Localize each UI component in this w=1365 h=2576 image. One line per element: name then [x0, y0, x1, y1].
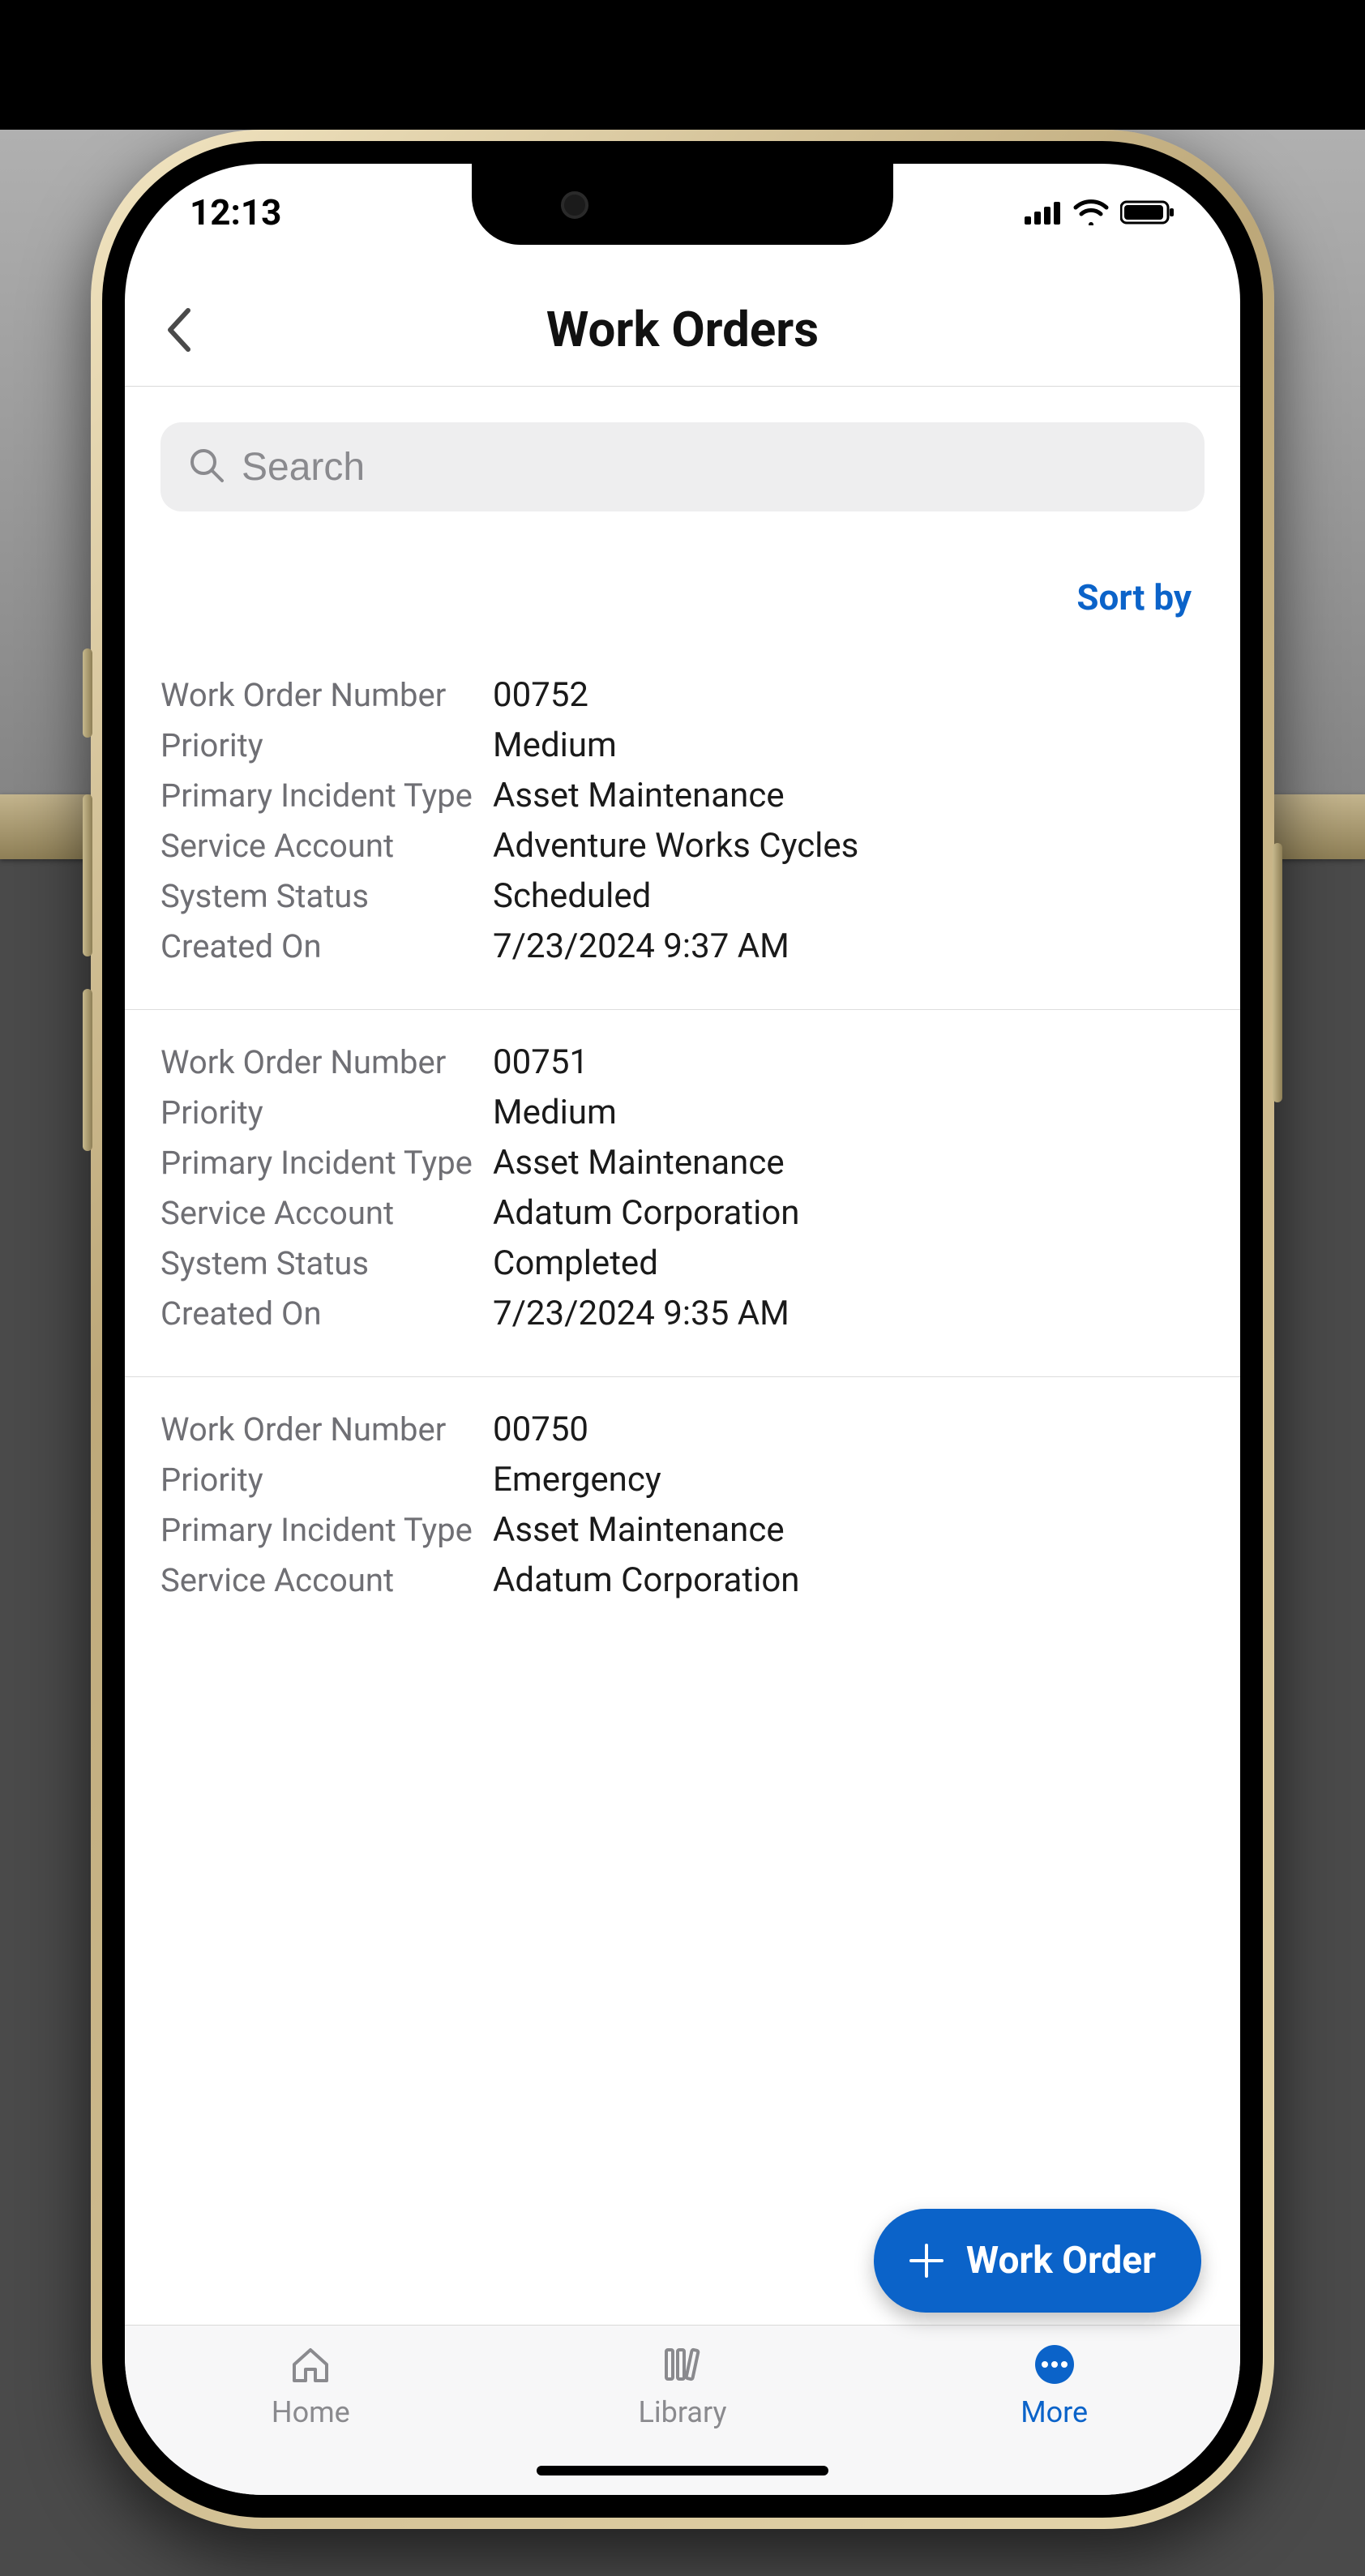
new-work-order-button[interactable]: Work Order: [874, 2209, 1201, 2313]
field-label: Service Account: [160, 1560, 493, 1601]
field-label: Created On: [160, 1294, 493, 1334]
field-label: Primary Incident Type: [160, 776, 493, 816]
sort-by-button[interactable]: Sort by: [1076, 576, 1192, 618]
tab-label: Library: [639, 2395, 727, 2429]
tab-label: Home: [272, 2395, 350, 2429]
status-time: 12:13: [190, 191, 281, 233]
cellular-icon: [1025, 200, 1062, 225]
field-label: System Status: [160, 876, 493, 917]
field-value-number: 00750: [493, 1410, 1205, 1450]
work-order-card[interactable]: Work Order Number00751 PriorityMedium Pr…: [125, 1010, 1240, 1377]
page-title: Work Orders: [546, 301, 819, 358]
field-value-priority: Medium: [493, 725, 1205, 766]
field-label: Service Account: [160, 1193, 493, 1234]
search-input[interactable]: [242, 445, 1177, 490]
field-label: Work Order Number: [160, 675, 493, 716]
field-value-account: Adatum Corporation: [493, 1193, 1205, 1234]
home-icon: [288, 2342, 333, 2387]
field-label: Priority: [160, 725, 493, 766]
field-label: Work Order Number: [160, 1410, 493, 1450]
field-value-incident: Asset Maintenance: [493, 1510, 1205, 1551]
tab-home[interactable]: Home: [125, 2326, 497, 2495]
tab-more[interactable]: More: [868, 2326, 1240, 2495]
field-label: Primary Incident Type: [160, 1510, 493, 1551]
home-indicator[interactable]: [537, 2466, 828, 2475]
field-value-priority: Emergency: [493, 1460, 1205, 1500]
plus-icon: [906, 2240, 947, 2281]
work-order-card[interactable]: Work Order Number00752 PriorityMedium Pr…: [125, 643, 1240, 1010]
field-label: System Status: [160, 1243, 493, 1284]
fab-label: Work Order: [966, 2239, 1156, 2283]
field-label: Priority: [160, 1460, 493, 1500]
field-value-status: Scheduled: [493, 876, 1205, 917]
field-label: Created On: [160, 926, 493, 967]
titlebar: Work Orders: [125, 273, 1240, 387]
search-icon: [188, 447, 225, 487]
screen: 12:13: [125, 164, 1240, 2495]
field-value-created: 7/23/2024 9:35 AM: [493, 1294, 1205, 1334]
field-label: Work Order Number: [160, 1042, 493, 1083]
field-value-account: Adventure Works Cycles: [493, 826, 1205, 867]
field-value-account: Adatum Corporation: [493, 1560, 1205, 1601]
field-value-status: Completed: [493, 1243, 1205, 1284]
field-value-number: 00752: [493, 675, 1205, 716]
tab-label: More: [1021, 2395, 1088, 2429]
more-icon: [1032, 2342, 1077, 2387]
work-order-card[interactable]: Work Order Number00750 PriorityEmergency…: [125, 1377, 1240, 1643]
field-label: Primary Incident Type: [160, 1143, 493, 1183]
device-frame: 12:13: [91, 130, 1274, 2529]
back-button[interactable]: [164, 306, 196, 354]
library-icon: [660, 2342, 705, 2387]
wifi-icon: [1073, 199, 1109, 225]
battery-icon: [1120, 199, 1175, 225]
field-value-priority: Medium: [493, 1093, 1205, 1133]
field-value-incident: Asset Maintenance: [493, 1143, 1205, 1183]
search-field[interactable]: [160, 422, 1205, 511]
field-value-number: 00751: [493, 1042, 1205, 1083]
field-value-created: 7/23/2024 9:37 AM: [493, 926, 1205, 967]
field-label: Priority: [160, 1093, 493, 1133]
device-notch: [472, 164, 893, 245]
field-label: Service Account: [160, 826, 493, 867]
field-value-incident: Asset Maintenance: [493, 776, 1205, 816]
